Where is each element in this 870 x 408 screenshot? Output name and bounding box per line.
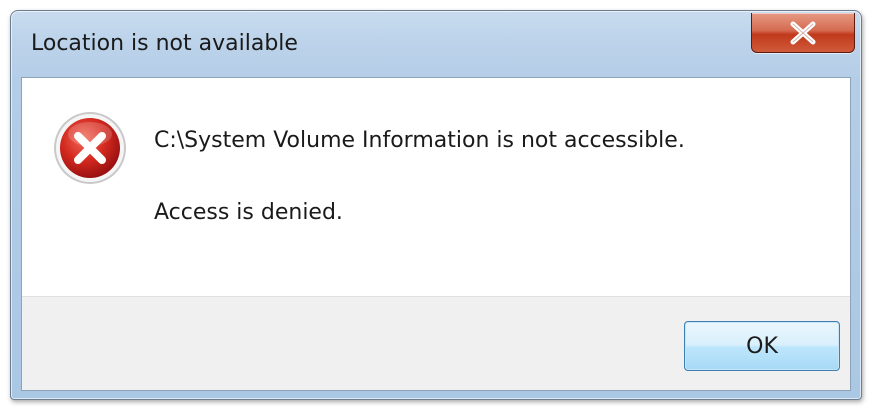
button-bar: OK [22, 296, 850, 390]
error-detail: Access is denied. [154, 200, 343, 225]
error-icon [54, 112, 126, 184]
title-bar[interactable]: Location is not available [11, 11, 861, 77]
close-button[interactable] [751, 13, 855, 53]
dialog-window: Location is not available C:\System Volu… [10, 10, 862, 400]
message-area: C:\System Volume Information is not acce… [22, 78, 850, 296]
dialog-title: Location is not available [31, 31, 298, 56]
dialog-content: C:\System Volume Information is not acce… [21, 77, 851, 391]
close-icon [790, 21, 816, 44]
error-message: C:\System Volume Information is not acce… [154, 128, 685, 153]
ok-button[interactable]: OK [684, 321, 840, 371]
